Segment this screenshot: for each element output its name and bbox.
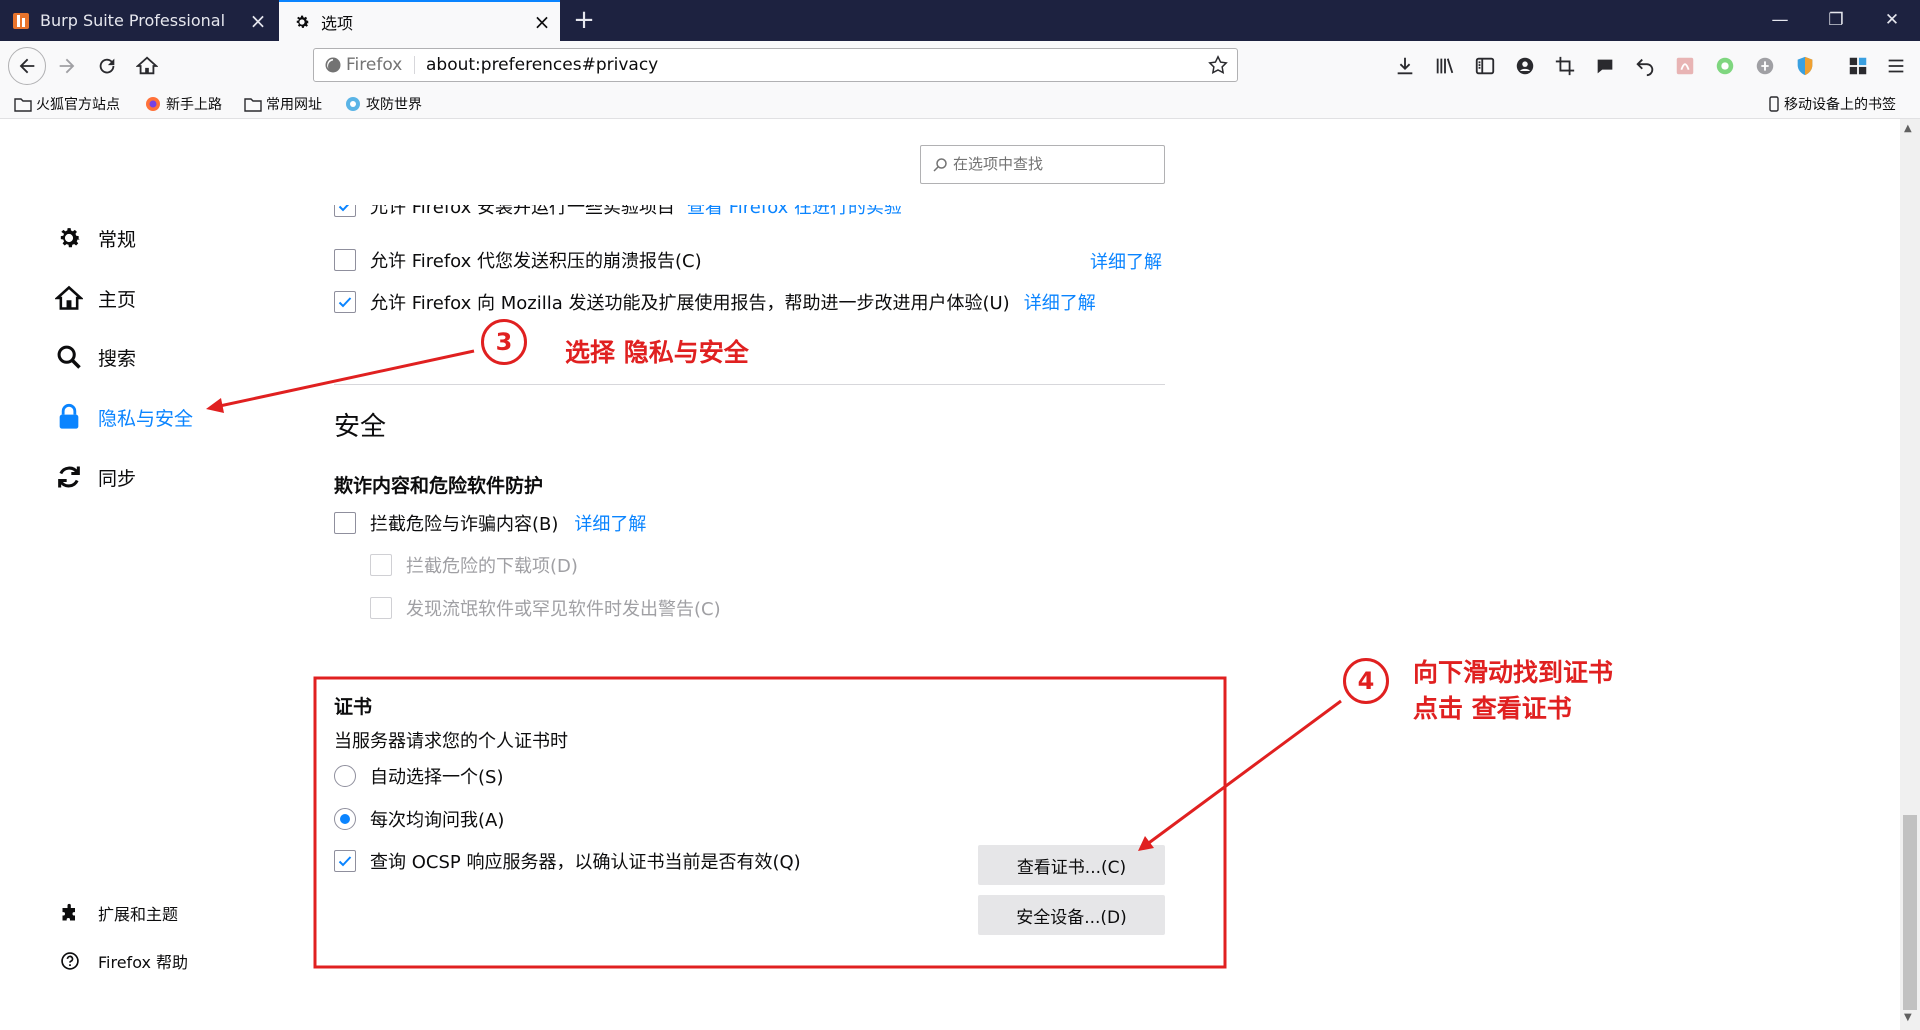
step3-caption: 选择 隐私与安全: [565, 338, 749, 367]
step4-arrowhead: [1138, 836, 1154, 851]
step4-badge: 4: [1343, 658, 1389, 704]
step4-arrow-line: [1145, 699, 1342, 847]
step3-arrowhead: [206, 398, 224, 413]
annotation-overlay: [206, 349, 1342, 969]
certificates-highlight-box: [313, 676, 1227, 969]
step3-badge: 3: [481, 319, 527, 365]
step4-caption-line2: 点击 查看证书: [1413, 694, 1572, 723]
step4-caption-line1: 向下滑动找到证书: [1413, 658, 1614, 687]
step3-arrow-line: [214, 349, 475, 409]
